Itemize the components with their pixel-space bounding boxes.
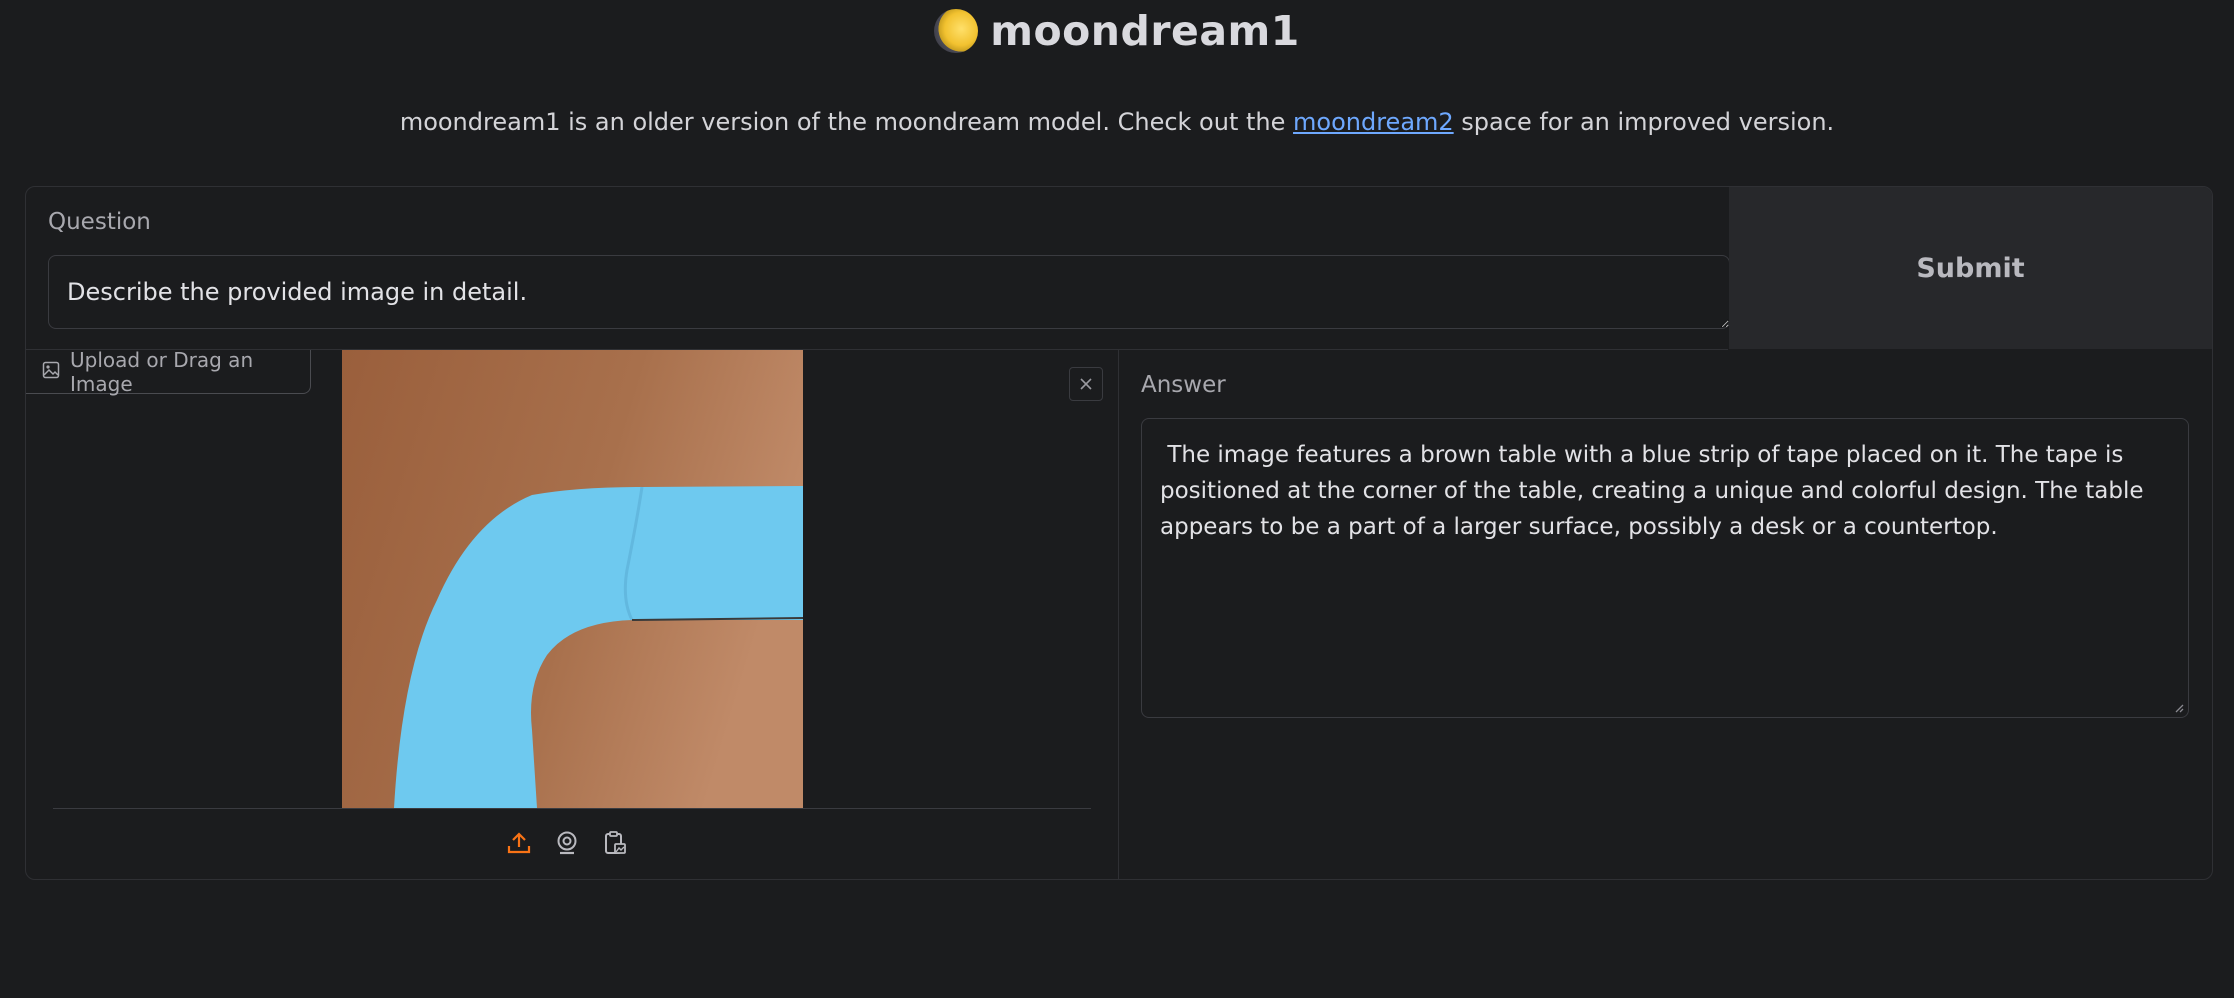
answer-block: Answer The image features a brown table …: [1119, 350, 2212, 879]
answer-text: The image features a brown table with a …: [1160, 442, 2151, 540]
webcam-icon[interactable]: [552, 828, 582, 858]
close-icon[interactable]: [1069, 367, 1103, 401]
image-divider: [53, 808, 1091, 809]
resize-grip-icon[interactable]: [2172, 701, 2184, 713]
page-title: moondream1: [990, 7, 1300, 55]
image-icon: [42, 360, 60, 384]
question-input[interactable]: [48, 255, 1730, 329]
clipboard-icon[interactable]: [600, 828, 630, 858]
page-header: moondream1: [0, 0, 2234, 62]
uploaded-image: [342, 350, 803, 808]
submit-button[interactable]: Submit: [1729, 187, 2212, 349]
description: moondream1 is an older version of the mo…: [0, 108, 2234, 136]
main-panel: Question Submit Upload or Drag an Image: [25, 186, 2213, 880]
question-label: Question: [48, 209, 151, 235]
moondream2-link[interactable]: moondream2: [1293, 108, 1454, 136]
answer-output[interactable]: The image features a brown table with a …: [1141, 418, 2189, 718]
description-text-end: space for an improved version.: [1453, 108, 1835, 136]
answer-label: Answer: [1141, 372, 1226, 398]
upload-icon[interactable]: [504, 828, 534, 858]
image-input-block[interactable]: Upload or Drag an Image: [26, 347, 1119, 879]
image-input-tag: Upload or Drag an Image: [26, 347, 311, 396]
question-block: Question: [26, 187, 1730, 350]
description-text: moondream1 is an older version of the mo…: [399, 108, 1294, 136]
image-input-label: Upload or Drag an Image: [70, 347, 254, 396]
moon-icon: [934, 9, 979, 53]
image-source-toolbar: [504, 828, 630, 858]
